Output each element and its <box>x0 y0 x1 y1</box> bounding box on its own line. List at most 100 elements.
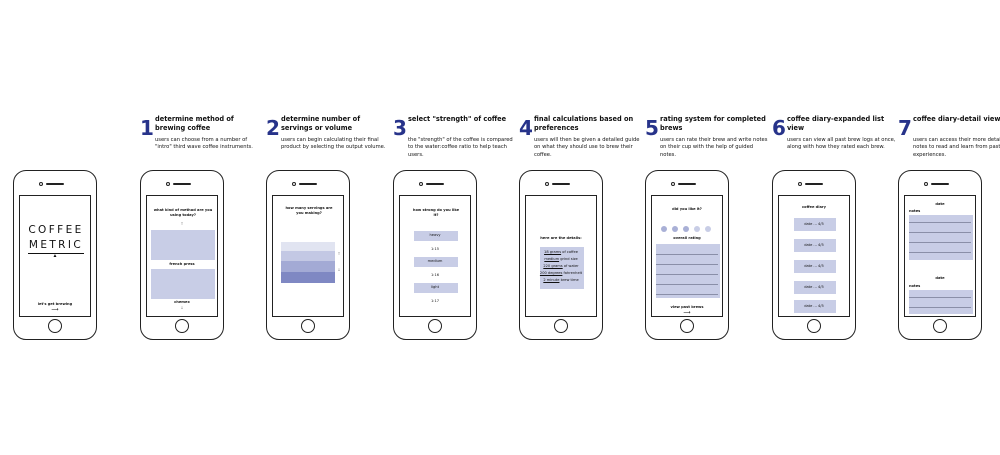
detail-line: 220 grams of water <box>543 264 579 268</box>
screen-rating: did you like it? overall rating view pas… <box>651 195 723 317</box>
chemex-option[interactable] <box>151 269 215 299</box>
ratio-heavy: 1:15 <box>430 247 440 251</box>
step-description: users can choose from a number of "intro… <box>155 137 253 151</box>
logo-line-2: METRIC <box>28 239 84 251</box>
arrow-right-icon[interactable]: ⟶ <box>683 311 690 316</box>
strength-medium-label: medium <box>427 259 443 263</box>
step-description: users will then be given a detailed guid… <box>534 137 640 158</box>
detail-line: 200 degrees fahrenheit <box>539 271 583 275</box>
phone-servings: how many servings are you making? ↑ ↓ <box>266 170 350 340</box>
note-line <box>656 294 718 295</box>
step-title: determine method of brewing coffee <box>155 115 234 132</box>
phone-diary-list: coffee diary date ... 4/5 date ... 4/5 d… <box>772 170 856 340</box>
french-press-label: french press <box>169 262 195 266</box>
diary-entry-label: date ... 4/5 <box>804 304 824 308</box>
ratio-light: 1:17 <box>430 299 440 303</box>
entry-notes-label: notes <box>909 284 921 288</box>
rating-dot[interactable] <box>683 226 689 232</box>
diary-entry-label: date ... 4/5 <box>804 264 824 268</box>
speaker-icon <box>552 183 570 185</box>
home-button[interactable] <box>807 319 821 333</box>
arrow-right-icon[interactable]: ⟶ <box>51 308 58 313</box>
screen-strength: how strong do you like it? heavy 1:15 me… <box>399 195 471 317</box>
volume-level-2[interactable] <box>281 251 335 261</box>
note-line <box>656 254 718 255</box>
camera-icon <box>166 182 170 186</box>
step-number: 6 <box>772 116 786 140</box>
logo-line-1: COFFEE <box>28 224 84 236</box>
note-line <box>909 252 971 253</box>
entry-date: date <box>935 276 945 280</box>
step-number: 1 <box>140 116 154 140</box>
volume-level-3[interactable] <box>281 261 335 272</box>
speaker-icon <box>173 183 191 185</box>
note-line <box>909 297 971 298</box>
diary-title: coffee diary <box>802 205 826 209</box>
diary-entry-label: date ... 4/5 <box>804 285 824 289</box>
step-title: final calculations based on preferences <box>534 115 634 132</box>
speaker-icon <box>299 183 317 185</box>
step-title: coffee diary-expanded list view <box>787 115 885 132</box>
volume-level-4[interactable] <box>281 272 335 283</box>
step-title: determine number of servings or volume <box>281 115 361 132</box>
diary-entry-label: date ... 4/5 <box>804 222 824 226</box>
home-button[interactable] <box>554 319 568 333</box>
step-description: users can rate their brew and write note… <box>660 137 768 158</box>
step-description: users can access their more detailed not… <box>913 137 1000 158</box>
phone-rating: did you like it? overall rating view pas… <box>645 170 729 340</box>
step-description: the "strength" of the coffee is compared… <box>408 137 513 158</box>
step-description: users can begin calculating their final … <box>281 137 386 151</box>
arrow-up-icon[interactable]: ↑ <box>338 252 341 257</box>
home-button[interactable] <box>301 319 315 333</box>
step-title: coffee diary-detail view <box>913 115 1000 123</box>
home-button[interactable] <box>933 319 947 333</box>
phone-details: here are the details: 18 grams of coffee… <box>519 170 603 340</box>
camera-icon <box>292 182 296 186</box>
note-line <box>656 264 718 265</box>
speaker-icon <box>678 183 696 185</box>
home-button[interactable] <box>175 319 189 333</box>
arrow-up-icon: ↑ <box>180 221 184 227</box>
entry-notes-area <box>909 290 973 314</box>
phone-diary-detail: date notes date notes <box>898 170 982 340</box>
arrow-down-icon: ↓ <box>180 305 184 311</box>
rating-question: did you like it? <box>672 207 702 211</box>
detail-line: 2 minute brew time <box>543 278 579 282</box>
french-press-option[interactable] <box>151 230 215 260</box>
note-line <box>909 222 971 223</box>
guided-notes-area[interactable] <box>656 244 720 298</box>
diary-entry-label: date ... 4/5 <box>804 243 824 247</box>
screen-method: what kind of method are you using today?… <box>146 195 218 317</box>
step-title: rating system for completed brews <box>660 115 766 132</box>
rating-dot[interactable] <box>661 226 667 232</box>
step-number: 2 <box>266 116 280 140</box>
method-question: what kind of method are you using today? <box>153 208 213 217</box>
strength-heavy-label: heavy <box>429 233 441 237</box>
note-line <box>656 274 718 275</box>
step-number: 4 <box>519 116 533 140</box>
rating-dot[interactable] <box>672 226 678 232</box>
speaker-icon <box>46 183 64 185</box>
rating-dot[interactable] <box>705 226 711 232</box>
camera-icon <box>924 182 928 186</box>
camera-icon <box>39 182 43 186</box>
details-heading: here are the details: <box>540 236 582 240</box>
volume-level-1[interactable] <box>281 242 335 251</box>
camera-icon <box>419 182 423 186</box>
note-line <box>909 307 971 308</box>
strength-light-label: light <box>431 285 439 289</box>
arrow-down-icon[interactable]: ↓ <box>338 268 341 273</box>
detail-line: 18 grams of coffee <box>544 250 578 254</box>
step-number: 3 <box>393 116 407 140</box>
phone-splash: COFFEE METRIC ▲ let's get brewing ⟶ <box>13 170 97 340</box>
step-number: 7 <box>898 116 912 140</box>
home-button[interactable] <box>428 319 442 333</box>
entry-notes-label: notes <box>909 209 921 213</box>
phone-strength: how strong do you like it? heavy 1:15 me… <box>393 170 477 340</box>
home-button[interactable] <box>48 319 62 333</box>
home-button[interactable] <box>680 319 694 333</box>
rating-dot[interactable] <box>694 226 700 232</box>
screen-servings: how many servings are you making? ↑ ↓ <box>272 195 344 317</box>
note-line <box>909 232 971 233</box>
overall-rating-label: overall rating <box>673 236 701 240</box>
